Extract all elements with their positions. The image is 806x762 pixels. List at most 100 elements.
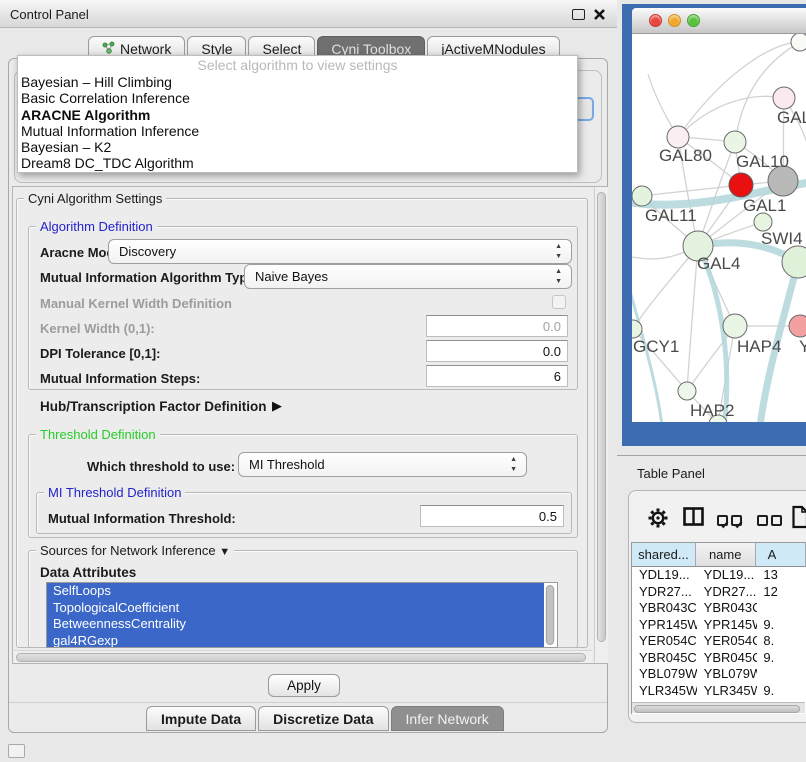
manual-kernel-width-checkbox xyxy=(552,295,566,309)
mi-threshold-field[interactable]: 0.5 xyxy=(420,505,564,527)
sources-title: Sources for Network Inference ▼ xyxy=(36,543,234,558)
network-labels: GAL GAL80 GAL10 GAL1 GAL11 SWI4 GAL4 GCY… xyxy=(633,108,806,420)
expand-right-icon[interactable]: ▶ xyxy=(272,398,282,414)
aracne-mode-combobox[interactable]: Discovery ▲▼ xyxy=(108,239,572,264)
cell: YLR345W xyxy=(632,683,697,700)
column-header-shared-name[interactable]: shared... xyxy=(632,543,696,567)
cell xyxy=(757,600,806,617)
data-attributes-list: SelfLoops TopologicalCoefficient Between… xyxy=(46,582,558,648)
algorithm-option-selected[interactable]: ARACNE Algorithm xyxy=(18,107,577,123)
apply-button[interactable]: Apply xyxy=(268,674,340,697)
screen: Control Panel N xyxy=(0,0,806,762)
node-green-large[interactable] xyxy=(782,246,806,278)
cell: 12 xyxy=(757,584,806,601)
node-HAP4[interactable] xyxy=(723,314,747,338)
node-GAL80[interactable] xyxy=(667,126,689,148)
table-row[interactable]: YDR27... YDR27... 12 xyxy=(632,584,806,601)
cell: 13 xyxy=(757,567,806,584)
column-header-partial[interactable]: A xyxy=(756,543,806,567)
node-Y[interactable] xyxy=(789,315,806,337)
hub-definition-label[interactable]: Hub/Transcription Factor Definition xyxy=(40,399,267,414)
cell: YER054C xyxy=(632,633,697,650)
algorithm-option[interactable]: Bayesian – Hill Climbing xyxy=(18,74,577,90)
close-icon[interactable] xyxy=(593,8,606,21)
control-panel-titlebar: Control Panel xyxy=(0,0,617,28)
table-row[interactable]: YDL19... YDL19... 13 xyxy=(632,567,806,584)
mi-threshold-label: Mutual Information Threshold: xyxy=(48,511,236,526)
cell: 9. xyxy=(757,650,806,667)
show-columns-icon[interactable] xyxy=(683,507,704,531)
network-nodes xyxy=(632,34,806,422)
deselect-all-columns-icon[interactable] xyxy=(757,512,785,530)
dpi-tolerance-label: DPI Tolerance [0,1]: xyxy=(40,346,160,361)
select-all-columns-icon[interactable] xyxy=(717,512,745,530)
settings-vertical-scrollbar[interactable] xyxy=(594,187,608,663)
combo-spinner-icon: ▲▼ xyxy=(555,267,562,287)
sources-title-text: Sources for Network Inference xyxy=(40,543,216,558)
node-table: shared... name A YDL19... YDL19... 13 YD… xyxy=(631,542,806,714)
which-threshold-value: MI Threshold xyxy=(249,457,325,472)
cell: YDL19... xyxy=(697,567,758,584)
close-traffic-light-icon[interactable] xyxy=(649,14,662,27)
divider xyxy=(9,702,607,703)
algorithm-option[interactable]: Basic Correlation Inference xyxy=(18,90,577,106)
node-label-GAL4: GAL4 xyxy=(697,254,740,273)
node-GAL[interactable] xyxy=(773,87,795,109)
list-item[interactable]: SelfLoops xyxy=(47,583,544,600)
mi-algorithm-type-combobox[interactable]: Naive Bayes ▲▼ xyxy=(244,264,572,289)
cell: YBL079W xyxy=(697,666,758,683)
table-row[interactable]: YPR145W YPR145W 9. xyxy=(632,617,806,634)
which-threshold-combobox[interactable]: MI Threshold ▲▼ xyxy=(238,452,527,477)
minimized-panel-icon[interactable] xyxy=(8,744,25,758)
minimize-traffic-light-icon[interactable] xyxy=(668,14,681,27)
node-label-SWI4: SWI4 xyxy=(761,229,803,248)
table-horizontal-scrollbar[interactable] xyxy=(632,702,805,713)
mi-steps-label: Mutual Information Steps: xyxy=(40,371,200,386)
node-GAL10[interactable] xyxy=(724,131,746,153)
mi-algorithm-type-value: Naive Bayes xyxy=(255,269,328,284)
zoom-traffic-light-icon[interactable] xyxy=(687,14,700,27)
tab-infer-network[interactable]: Infer Network xyxy=(391,706,504,731)
gear-icon[interactable] xyxy=(647,507,669,534)
kernel-width-label: Kernel Width (0,1): xyxy=(40,321,155,336)
dpi-tolerance-field[interactable]: 0.0 xyxy=(426,340,568,362)
node[interactable] xyxy=(791,34,806,51)
mi-steps-field[interactable]: 6 xyxy=(426,365,568,387)
algorithm-option[interactable]: Mutual Information Inference xyxy=(18,123,577,139)
control-panel: Control Panel N xyxy=(0,0,617,762)
tab-discretize-data[interactable]: Discretize Data xyxy=(258,706,388,731)
cell: 8. xyxy=(757,633,806,650)
manual-kernel-width-label: Manual Kernel Width Definition xyxy=(40,296,232,311)
node-HAP2[interactable] xyxy=(678,382,696,400)
cell: YBR043C xyxy=(697,600,758,617)
cell: YPR145W xyxy=(697,617,758,634)
float-window-icon[interactable] xyxy=(572,9,585,20)
cell: YPR145W xyxy=(632,617,697,634)
dropdown-placeholder: Select algorithm to view settings xyxy=(18,56,577,74)
network-canvas[interactable]: GAL GAL80 GAL10 GAL1 GAL11 SWI4 GAL4 GCY… xyxy=(632,34,806,422)
list-vertical-scrollbar[interactable] xyxy=(545,585,555,645)
list-item[interactable]: TopologicalCoefficient xyxy=(47,600,544,617)
tab-impute-data[interactable]: Impute Data xyxy=(146,706,256,731)
network-window-titlebar[interactable] xyxy=(632,8,806,34)
table-row[interactable]: YBL079W YBL079W xyxy=(632,666,806,683)
node-label-GAL1: GAL1 xyxy=(743,196,786,215)
table-row[interactable]: YER054C YER054C 8. xyxy=(632,633,806,650)
node-GAL1[interactable] xyxy=(729,173,753,197)
list-item[interactable]: BetweennessCentrality xyxy=(47,616,544,633)
algorithm-option[interactable]: Bayesian – K2 xyxy=(18,139,577,155)
algorithm-option[interactable]: Dream8 DC_TDC Algorithm xyxy=(18,155,577,171)
column-header-name[interactable]: name xyxy=(696,543,756,567)
node-GCY1[interactable] xyxy=(632,320,642,338)
list-item[interactable]: gal4RGexp xyxy=(47,633,544,649)
new-table-icon[interactable] xyxy=(792,505,806,534)
collapse-down-icon[interactable]: ▼ xyxy=(219,546,230,558)
settings-horizontal-scrollbar[interactable] xyxy=(14,650,592,663)
table-row[interactable]: YBR045C YBR045C 9. xyxy=(632,650,806,667)
control-panel-title: Control Panel xyxy=(10,7,89,22)
node-GAL11[interactable] xyxy=(632,186,652,206)
table-row[interactable]: YLR345W YLR345W 9. xyxy=(632,683,806,700)
table-row[interactable]: YBR043C YBR043C xyxy=(632,600,806,617)
node-label-Y: Y xyxy=(799,337,806,356)
cell: 9. xyxy=(757,617,806,634)
